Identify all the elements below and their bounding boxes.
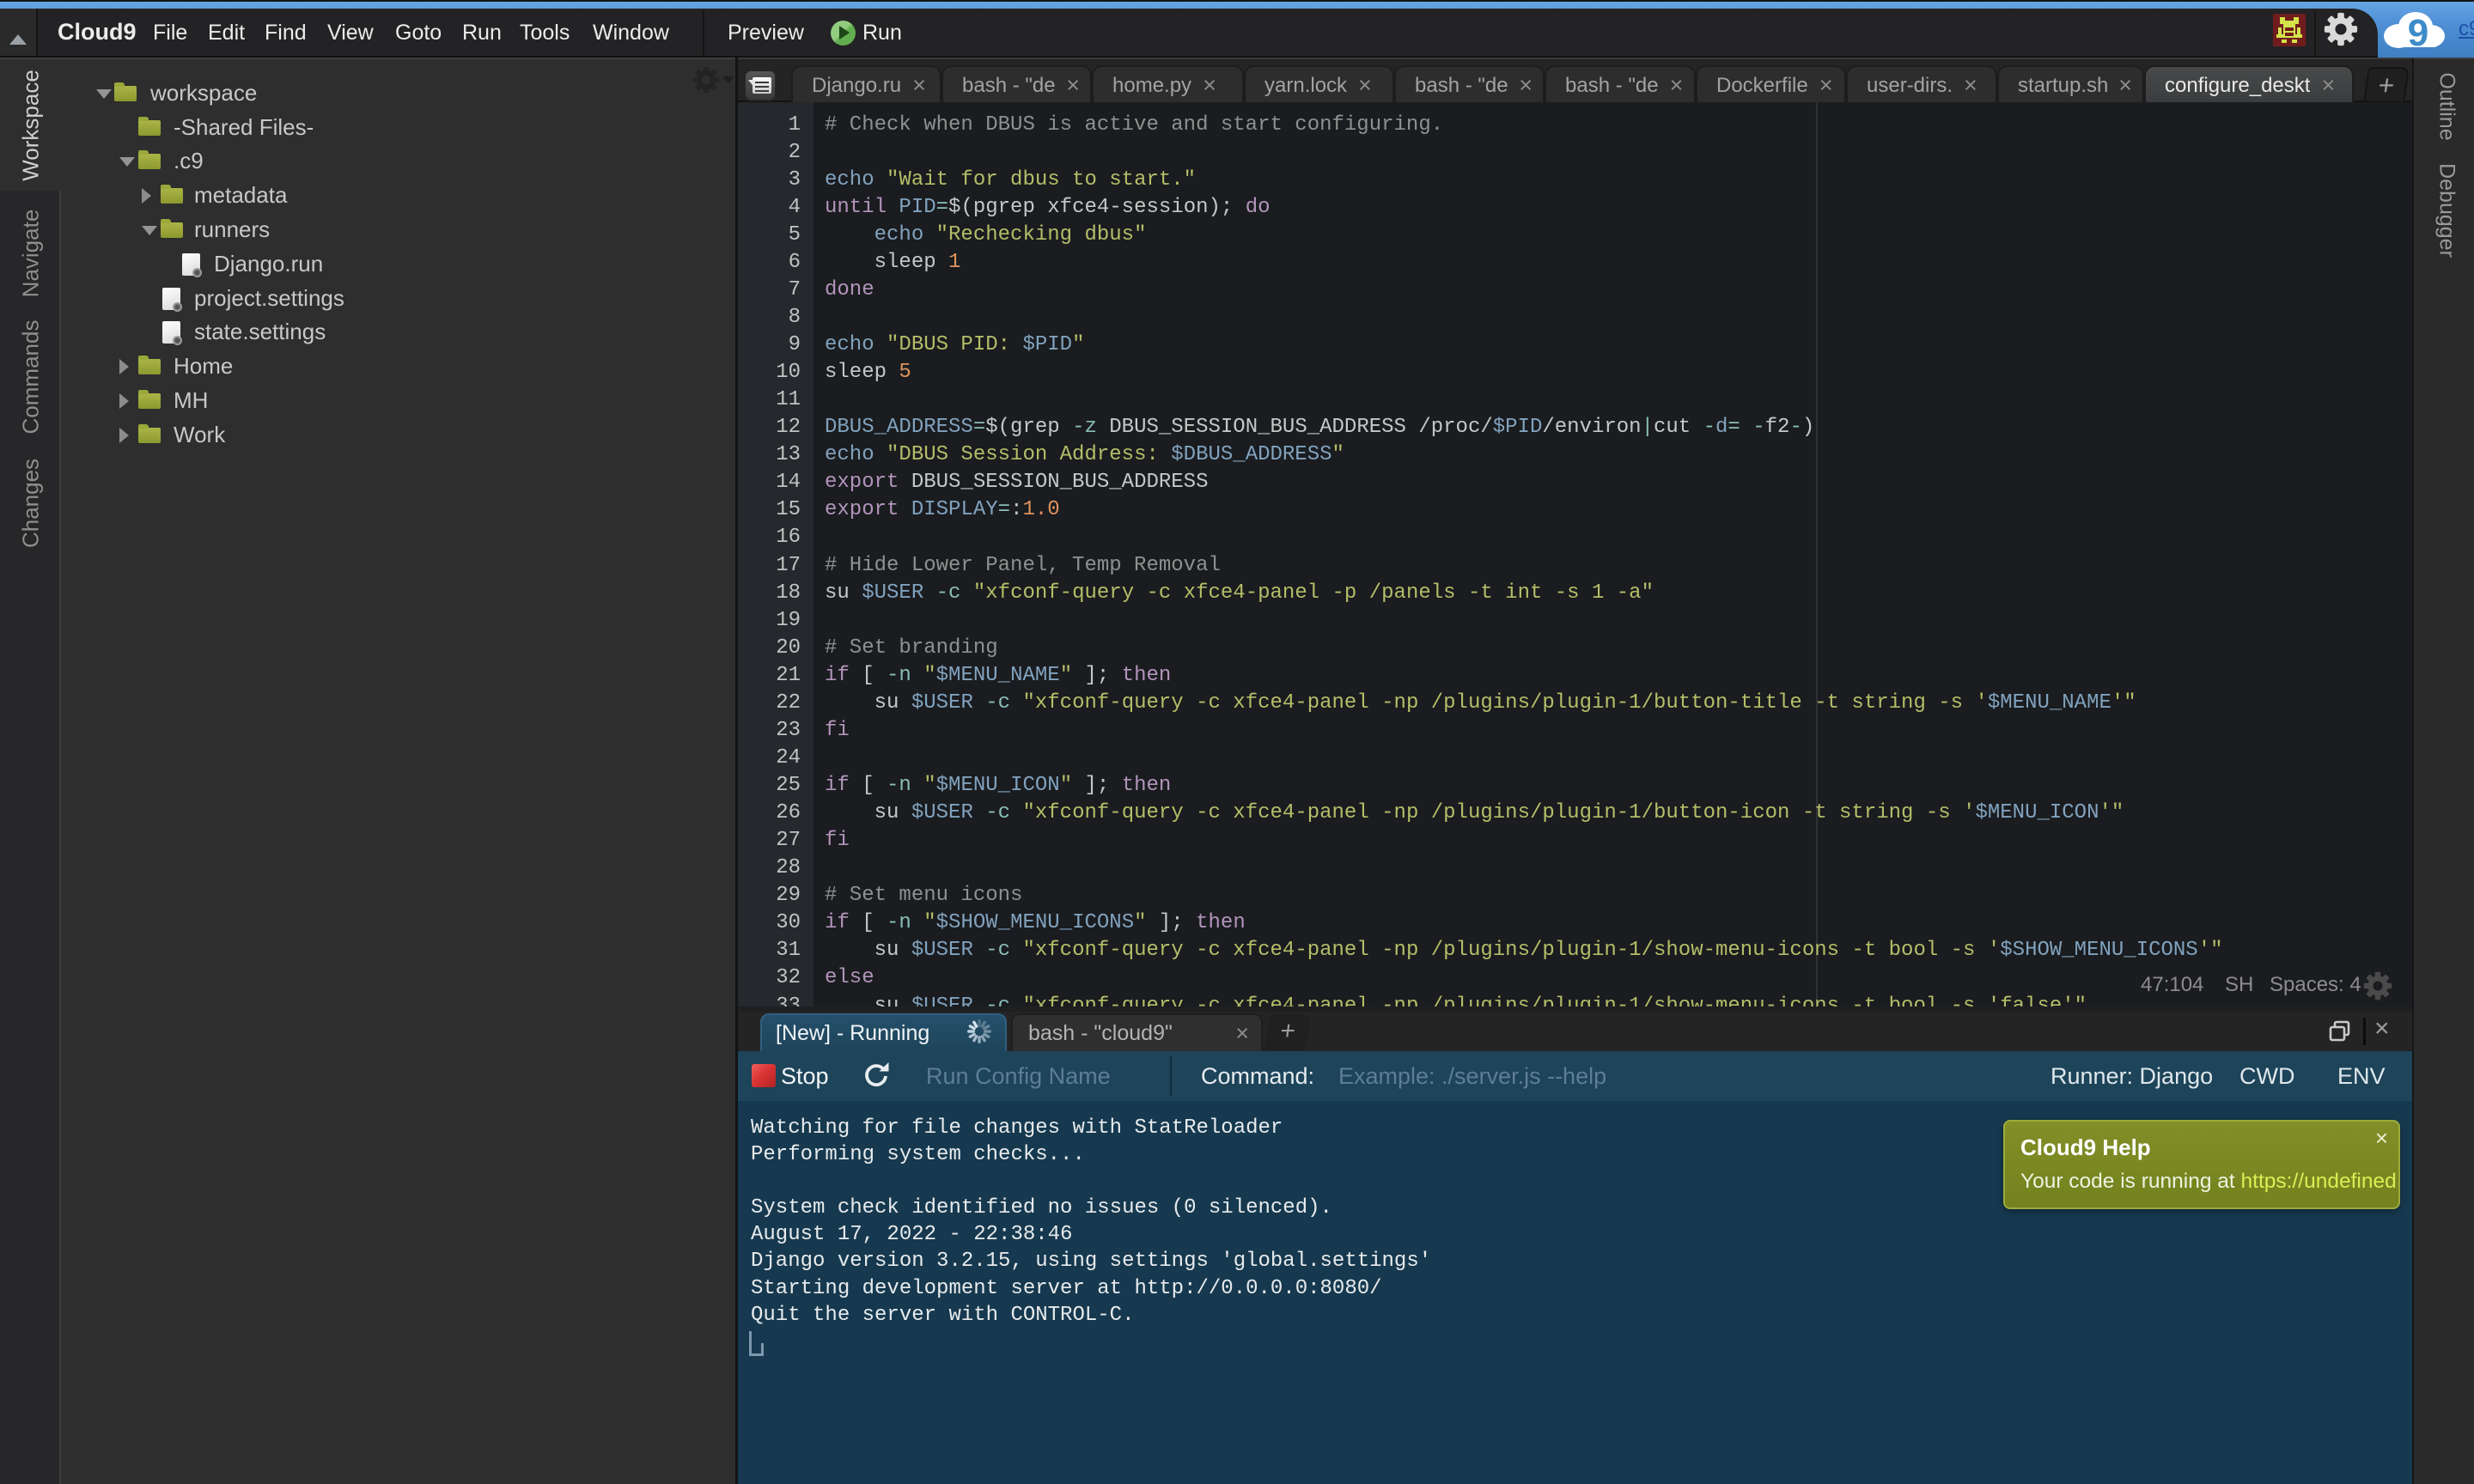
- svg-text:9: 9: [2408, 12, 2428, 53]
